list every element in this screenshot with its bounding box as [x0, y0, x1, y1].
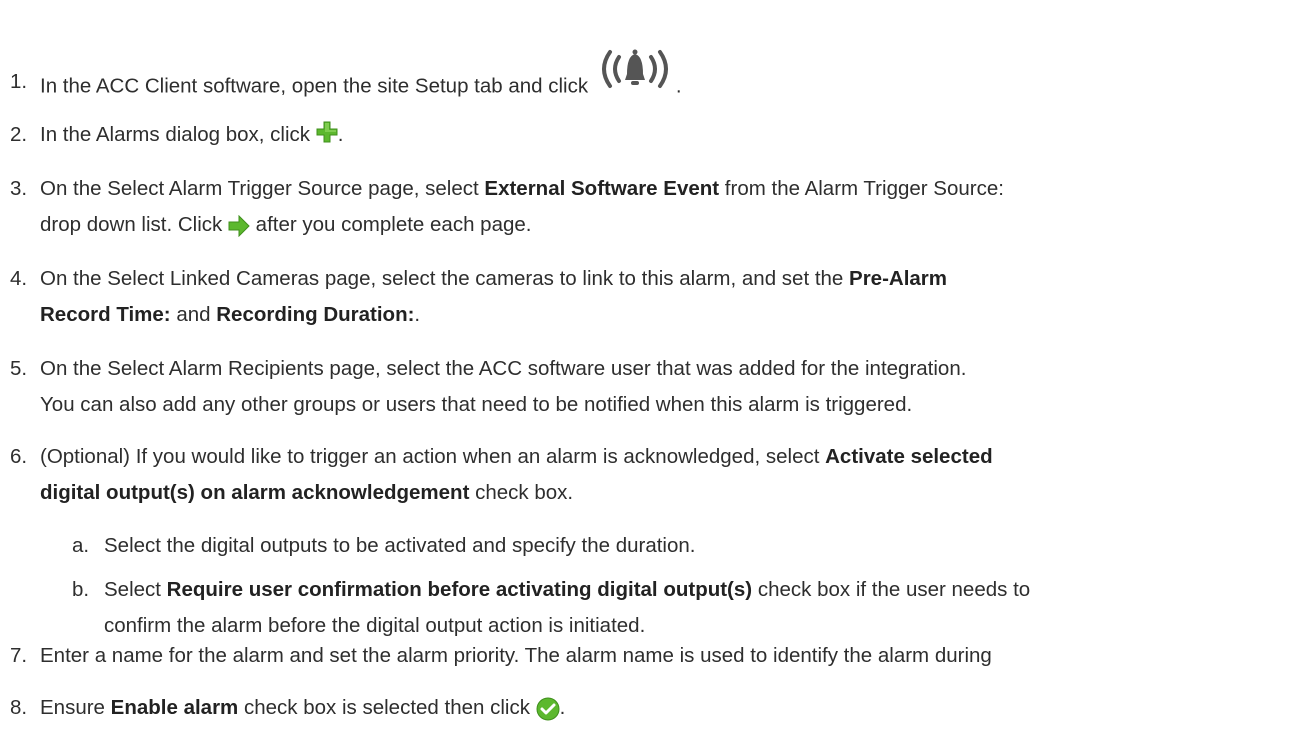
- step-number: 1.: [10, 70, 28, 93]
- emphasis: External Software Event: [484, 177, 720, 200]
- step-text: In the ACC Client software, open the sit…: [40, 74, 594, 98]
- alarm-bell-icon: [594, 46, 676, 92]
- green-check-icon: [536, 697, 560, 721]
- green-plus-icon: [316, 119, 338, 143]
- step-number: 7.: [10, 644, 28, 667]
- instructions: 1. In the ACC Client software, open the …: [0, 0, 1291, 721]
- step-number: 8.: [10, 696, 28, 719]
- step-number: 3.: [10, 177, 28, 200]
- step-number: 4.: [10, 267, 28, 290]
- step-text: In the Alarms dialog box, click: [40, 123, 316, 146]
- green-arrow-icon: [228, 213, 250, 237]
- step-number: 6.: [10, 445, 28, 468]
- step-number: 5.: [10, 357, 28, 380]
- step-number: 2.: [10, 123, 28, 146]
